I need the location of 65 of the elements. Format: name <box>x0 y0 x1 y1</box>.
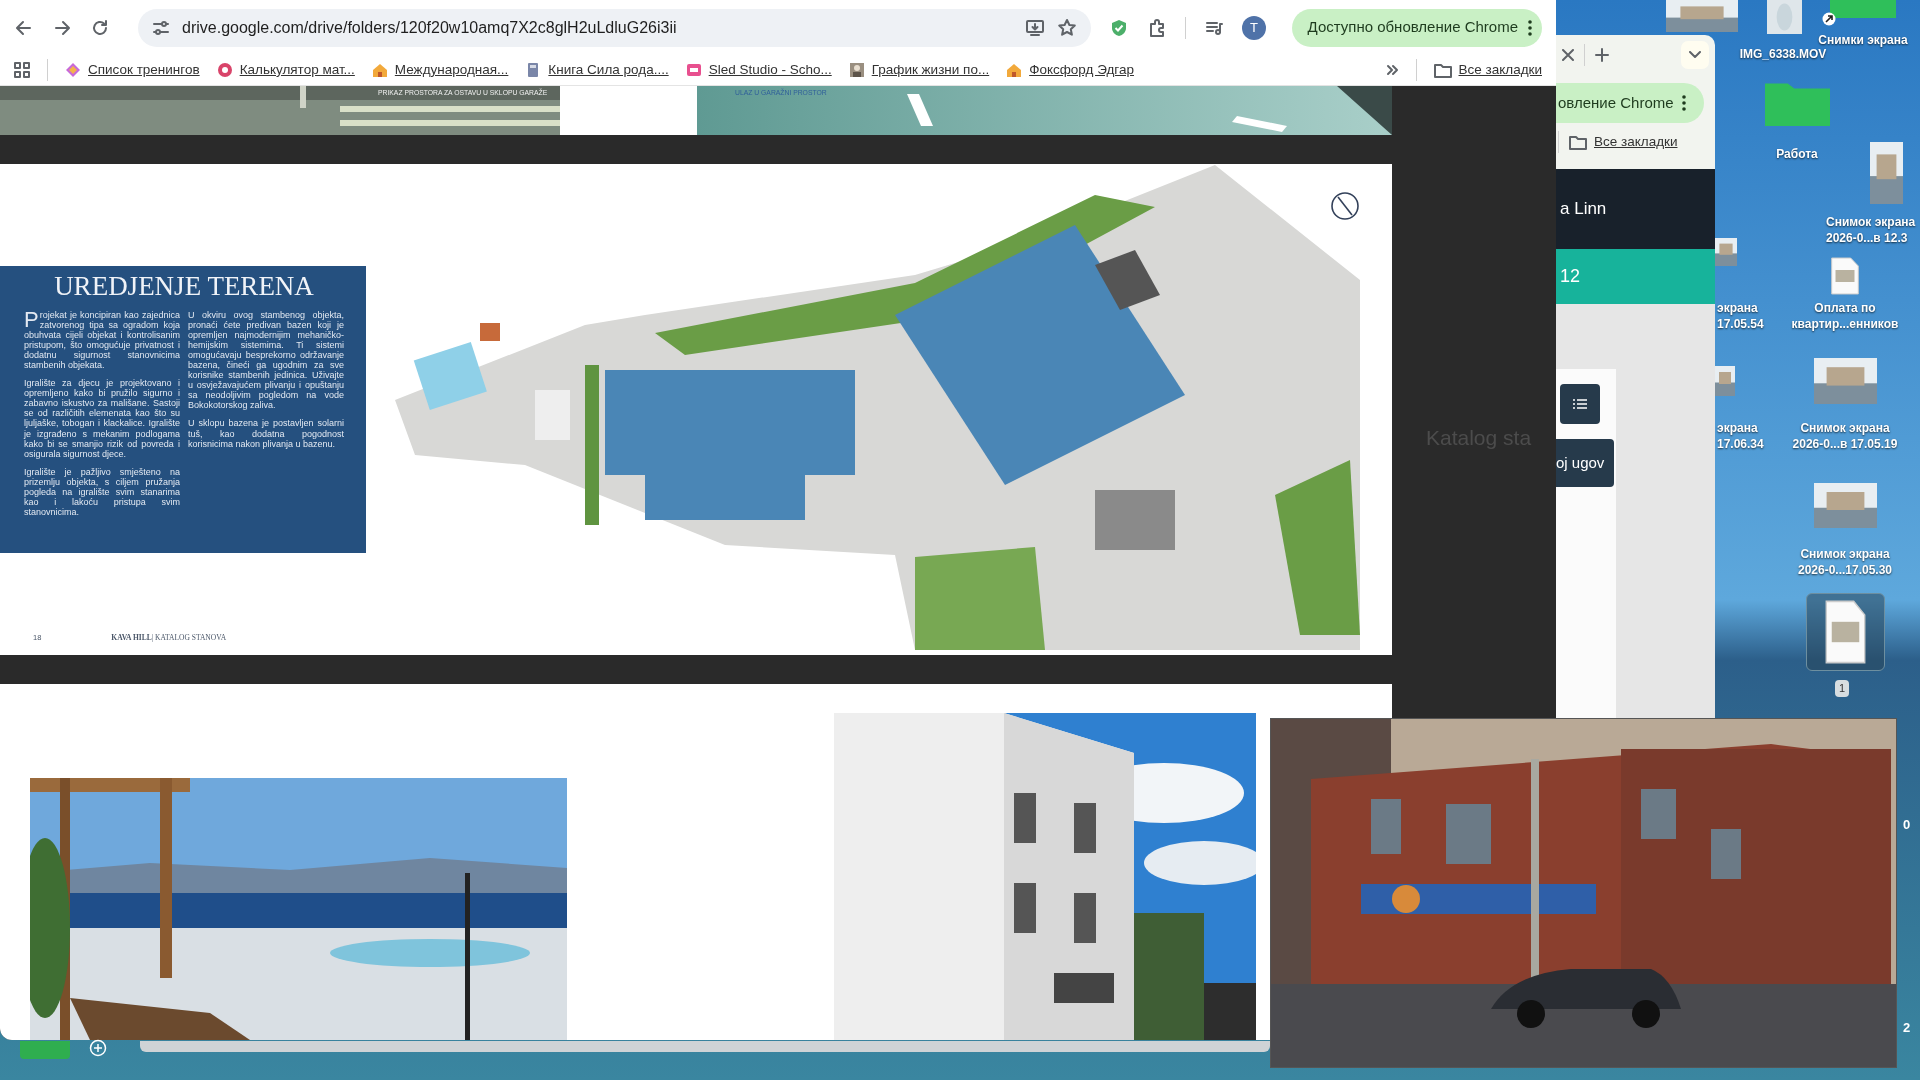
body-paragraph: Igralište za djecu je projektovano i opremljeno kako bi pružilo sigurno i zabavno iskustvo za mališane. Sastoji se od različitih elemenata kao što su ljuljaške, tobogan i klackalice. Igralište je izgrađeno s mekanim podlogama kako bi se smanjio rizik od povreda i osigurala sigurnost djece. <box>24 378 180 459</box>
file-label[interactable]: Работа <box>1747 146 1847 163</box>
bookmark-link[interactable]: Фоксфорд Эдгар <box>1006 59 1134 81</box>
image-thumbnail[interactable] <box>1666 0 1738 32</box>
alias-arrow-icon <box>1822 12 1836 26</box>
contract-button[interactable]: oj ugov <box>1556 439 1614 487</box>
star-icon[interactable] <box>1057 17 1077 38</box>
edge-text: 2 <box>1903 1019 1911 1037</box>
more-icon <box>1528 19 1532 36</box>
house-icon <box>371 62 388 78</box>
video-thumbnail[interactable] <box>1767 0 1802 34</box>
image-thumbnail[interactable] <box>1715 366 1735 396</box>
update-button[interactable]: овление Chrome <box>1556 83 1704 123</box>
all-bookmarks-link[interactable]: Все закладки <box>1569 131 1678 153</box>
tune-icon[interactable] <box>152 18 170 37</box>
list-view-button[interactable] <box>1560 384 1600 424</box>
bookmark-link[interactable]: Список тренингов <box>65 59 200 81</box>
chevron-double-icon[interactable] <box>1384 63 1399 77</box>
reload-icon[interactable] <box>90 17 110 38</box>
all-bookmarks-link[interactable]: Все закладки <box>1433 59 1542 81</box>
studio-logo-icon <box>685 62 702 78</box>
more-icon <box>1681 95 1686 111</box>
folder-icon <box>1433 62 1452 78</box>
chevron-down-icon <box>1689 51 1701 59</box>
file-label[interactable]: Снимок экрана 2026-0...в 12.3 <box>1826 214 1920 247</box>
diamond-icon <box>65 62 81 78</box>
close-icon[interactable] <box>1562 49 1574 61</box>
install-icon[interactable] <box>1025 17 1045 38</box>
tab-search-button[interactable] <box>1681 41 1709 69</box>
body-paragraph: Igralište je pažljivo smješteno na prizemlju objekta, s ciljem pružanja pogleda na igralište svim stanarima kao i lakoću pristupa svim stanovnicima. <box>24 466 180 518</box>
bookmark-link[interactable]: Международная... <box>371 59 509 81</box>
zoom-in-icon[interactable] <box>89 1039 107 1057</box>
update-button[interactable]: Доступно обновление Chrome <box>1291 8 1542 47</box>
bookmark-link[interactable]: График жизни по... <box>848 59 990 81</box>
image-thumbnail[interactable] <box>1870 142 1903 204</box>
count-badge: 1 <box>1835 680 1850 697</box>
list-icon <box>1573 398 1587 410</box>
flower-icon <box>216 62 233 78</box>
plus-icon[interactable] <box>1595 48 1609 62</box>
body-paragraph: U sklopu bazena je postavljen solarni tuš, kao dodatna pogodnost korisnicima nakon plivanja u bazenu. <box>188 418 344 449</box>
file-label[interactable]: Снимки экрана <box>1806 32 1920 49</box>
page-title: UREDJENJE TERENA <box>53 272 315 302</box>
file-label[interactable]: IMG_6338.MOV <box>1727 46 1839 63</box>
bookmark-link[interactable]: Sled Studio - Scho... <box>685 59 832 81</box>
shield-icon[interactable] <box>1109 17 1129 38</box>
house-icon <box>1006 62 1023 78</box>
bookmark-link[interactable]: Книга Сила рода.... <box>525 59 669 81</box>
address-bar[interactable]: drive.google.com/drive/folders/120f20w10amq7X2c8glH2uLdluG26i3ii <box>138 8 1091 47</box>
image-thumbnail[interactable] <box>1715 238 1737 266</box>
puzzle-icon[interactable] <box>1147 17 1167 38</box>
body-paragraph: Projekat je koncipiran kao zajednica zatvorenog tipa sa ogradom koja obuhvata cijeli objekat i kontrolisanim pristupom, što omogućuje privatnost i dodatnu sigurnost stanovnicima stambenih objekata. <box>24 309 180 371</box>
image-thumbnail[interactable] <box>1814 483 1877 528</box>
image-thumbnail[interactable] <box>1814 358 1877 404</box>
apps-icon[interactable] <box>14 62 30 78</box>
edge-text: 0 <box>1903 816 1911 834</box>
bookmark-link[interactable]: Калькулятор мат... <box>216 59 355 81</box>
app-tile <box>20 1041 70 1059</box>
photo-icon <box>848 62 865 78</box>
band-number: 12 <box>1560 265 1581 288</box>
folder-icon <box>1569 134 1587 150</box>
site-name: a Linn <box>1560 198 1607 221</box>
url-text: drive.google.com/drive/folders/120f20w10amq7X2c8glH2uLdluG26i3ii <box>182 17 678 38</box>
body-paragraph: U okviru ovog stambenog objekta, pronaći ćete predivan bazen koji je opremljen najmodernijim mehaničko-hemijskim sistemima. Ti sistemi omogućavaju besprekorno održavanje bazena, čineći ga ugodnim za sve korisnike stambenih jedinica. Uživajte u osvježavajućem plivanju i opuštanju sa neodoljivim pogledom na vode Bokokotorskog zaliva. <box>188 309 344 411</box>
profile-avatar[interactable]: T <box>1242 15 1266 40</box>
compass-icon <box>1330 191 1360 221</box>
